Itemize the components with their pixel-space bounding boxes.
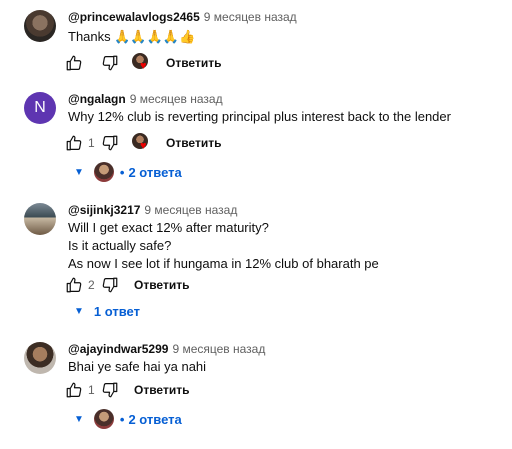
like-button[interactable] [64,53,84,73]
creator-avatar [93,162,114,182]
comment-timestamp[interactable]: 9 месяцев назад [144,203,237,217]
comment-header: @ajayindwar5299 9 месяцев назад [68,342,265,356]
dislike-button[interactable] [100,275,120,295]
comment-timestamp[interactable]: 9 месяцев назад [172,342,265,356]
view-replies-button[interactable]: ▼ • 2 ответа [74,409,182,429]
author-handle[interactable]: @ajayindwar5299 [68,342,168,356]
chevron-down-icon: ▼ [74,413,84,425]
comment-header: @ngalagn 9 месяцев назад [68,92,223,106]
replies-dot: • [119,164,125,180]
like-button[interactable] [64,380,84,400]
avatar-letter: N [34,99,46,116]
like-count: 1 [88,383,95,397]
like-count: 1 [88,136,95,150]
reply-button[interactable]: Ответить [166,56,221,70]
reply-button[interactable]: Ответить [134,278,189,292]
heart-icon: ♥ [140,140,147,152]
replies-count: 1 ответ [93,304,140,319]
comment-timestamp[interactable]: 9 месяцев назад [204,10,297,24]
author-handle[interactable]: @sijinkj3217 [68,203,140,217]
avatar[interactable] [24,10,56,42]
view-replies-button[interactable]: ▼ • 2 ответа [74,162,182,182]
comment-header: @sijinkj3217 9 месяцев назад [68,203,237,217]
comment-header: @princewalavlogs2465 9 месяцев назад [68,10,297,24]
view-replies-button[interactable]: ▼ 1 ответ [74,304,140,319]
reply-button[interactable]: Ответить [134,383,189,397]
comment-actions: 2 Ответить [64,273,189,297]
comment-timestamp[interactable]: 9 месяцев назад [130,92,223,106]
dislike-button[interactable] [100,380,120,400]
comment-actions: 1 ♥ Ответить [64,131,221,155]
replies-count: 2 ответа [128,411,182,427]
thumbs-up-icon [66,55,82,71]
reply-button[interactable]: Ответить [166,136,221,150]
dislike-button[interactable] [100,133,120,153]
thumbs-up-icon [66,135,82,151]
like-count: 2 [88,278,95,292]
comment-text: Will I get exact 12% after maturity? Is … [68,219,379,273]
creator-heart-badge: ♥ [132,133,152,153]
comment-text-line: Thanks 🙏🙏🙏🙏👍 [68,29,196,44]
like-button[interactable] [64,275,84,295]
like-button[interactable] [64,133,84,153]
author-handle[interactable]: @ngalagn [68,92,126,106]
comment-text-line: Is it actually safe? [68,238,172,253]
heart-icon: ♥ [140,60,147,72]
chevron-down-icon: ▼ [74,306,84,317]
avatar[interactable] [24,342,56,374]
dislike-button[interactable] [100,53,120,73]
comment-text-line: Why 12% club is reverting principal plus… [68,109,451,124]
thumbs-down-icon [102,382,118,398]
comment-actions: ♥ Ответить [64,51,221,75]
avatar[interactable] [24,203,56,235]
comment-text-line: As now I see lot if hungama in 12% club … [68,256,379,271]
replies-count: 2 ответа [128,164,182,180]
author-handle[interactable]: @princewalavlogs2465 [68,10,200,24]
comment-text-line: Will I get exact 12% after maturity? [68,220,269,235]
thumbs-down-icon [102,55,118,71]
thumbs-up-icon [66,382,82,398]
thumbs-down-icon [102,277,118,293]
chevron-down-icon: ▼ [74,166,84,178]
comment-text: Why 12% club is reverting principal plus… [68,108,451,126]
replies-dot: • [119,411,125,427]
creator-avatar [93,409,114,429]
comment-text: Thanks 🙏🙏🙏🙏👍 [68,28,195,46]
comment-text: Bhai ye safe hai ya nahi [68,358,206,376]
comment-actions: 1 Ответить [64,378,189,402]
comment-text-line: Bhai ye safe hai ya nahi [68,359,207,374]
avatar[interactable]: N [24,92,56,124]
creator-heart-badge: ♥ [132,53,152,73]
thumbs-down-icon [102,135,118,151]
thumbs-up-icon [66,277,82,293]
